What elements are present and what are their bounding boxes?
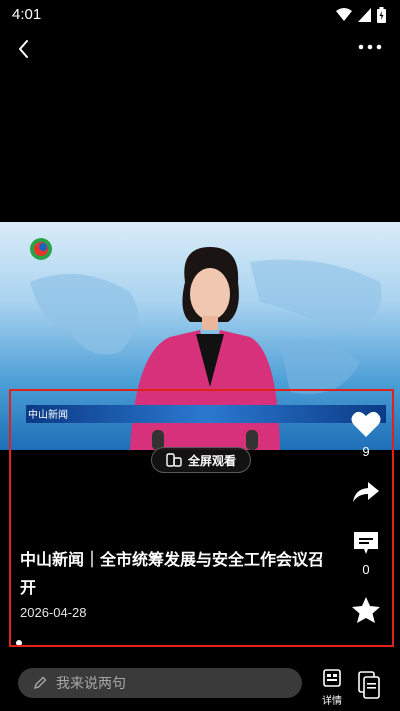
share-button[interactable] bbox=[349, 480, 383, 508]
favorite-button[interactable] bbox=[349, 596, 383, 628]
comment-placeholder: 我来说两句 bbox=[56, 676, 126, 692]
comment-button[interactable]: 0 bbox=[349, 530, 383, 577]
status-time: 4:01 bbox=[12, 6, 42, 23]
back-button[interactable] bbox=[12, 36, 38, 62]
like-button[interactable]: 9 bbox=[349, 410, 383, 459]
fullscreen-label: 全屏观看 bbox=[187, 453, 236, 468]
pencil-icon bbox=[33, 676, 47, 690]
status-icons bbox=[336, 7, 386, 23]
document-button[interactable] bbox=[356, 670, 382, 700]
ticker-channel-label: 中山新闻 bbox=[28, 410, 68, 421]
heart-icon bbox=[351, 411, 381, 437]
article-date: 2026-04-28 bbox=[20, 605, 87, 620]
progress-indicator[interactable] bbox=[16, 640, 22, 646]
battery-icon bbox=[377, 7, 386, 23]
comment-count: 0 bbox=[362, 562, 370, 577]
comment-icon bbox=[354, 532, 378, 554]
fullscreen-button[interactable]: 全屏观看 bbox=[151, 447, 251, 473]
chevron-left-icon bbox=[19, 40, 28, 58]
share-arrow-icon bbox=[353, 482, 379, 502]
detail-icon bbox=[323, 669, 341, 687]
more-options-button[interactable] bbox=[356, 38, 384, 56]
comment-input[interactable]: 我来说两句 bbox=[18, 668, 302, 698]
star-icon bbox=[352, 597, 380, 623]
tv-station-logo bbox=[30, 238, 52, 260]
detail-label: 详情 bbox=[322, 696, 342, 707]
status-bar: 4:01 bbox=[0, 0, 400, 30]
news-ticker-bar bbox=[26, 405, 386, 423]
detail-button[interactable]: 详情 bbox=[318, 669, 346, 707]
wifi-icon bbox=[336, 8, 352, 21]
copy-document-icon bbox=[358, 671, 380, 699]
rotate-screen-icon bbox=[166, 453, 182, 467]
signal-icon bbox=[358, 8, 371, 22]
like-count: 9 bbox=[362, 444, 370, 459]
article-title: 中山新闻｜全市统筹发展与安全工作会议召开 bbox=[20, 550, 325, 597]
more-dots-icon bbox=[358, 44, 382, 50]
